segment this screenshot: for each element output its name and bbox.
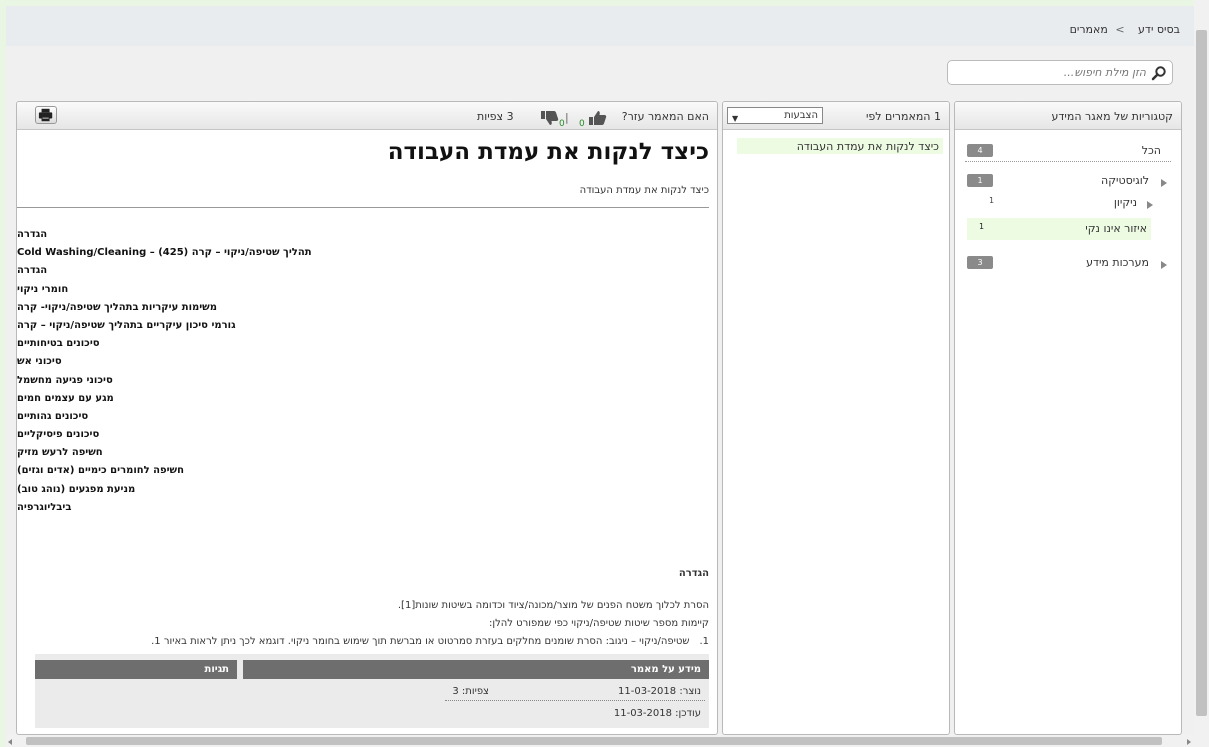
toc-link[interactable]: תהליך שטיפה/ניקוי – קרה (425) – Cold Was… xyxy=(17,247,717,265)
scrollbar-thumb[interactable] xyxy=(1196,30,1207,716)
search-icon[interactable] xyxy=(1151,65,1167,81)
breadcrumb-current: מאמרים xyxy=(1069,23,1108,36)
categories-title: קטגוריות של מאגר המידע xyxy=(1051,110,1173,123)
horizontal-scrollbar[interactable] xyxy=(6,735,1194,747)
divider xyxy=(17,207,709,208)
helpful-question: האם המאמר עזר? xyxy=(621,110,709,123)
likes-count: 0 xyxy=(579,119,585,129)
section-heading: הגדרה xyxy=(678,568,709,579)
toc-link[interactable]: מניעת מפגעים (נוהג טוב) xyxy=(17,484,717,502)
scroll-left-icon[interactable] xyxy=(8,739,12,745)
category-count: 1 xyxy=(989,196,995,205)
dislikes-count: 0 xyxy=(559,119,565,129)
category-label: איזור אינו נקי xyxy=(1085,222,1147,235)
category-info-systems[interactable]: מערכות מידע 3 xyxy=(965,252,1171,274)
toc-link[interactable]: מגע עם עצמים חמים xyxy=(17,393,717,411)
toc-link[interactable]: הגדרה xyxy=(17,265,717,283)
print-button[interactable] xyxy=(35,106,57,124)
article-header: האם המאמר עזר? 0 | 0 3 צפיות xyxy=(17,102,717,130)
category-list: הכל 4 לוגיסטיקה 1 ניקיון 1 איזור אינו נק… xyxy=(955,130,1181,274)
breadcrumb-root[interactable]: בסיס ידע xyxy=(1138,23,1180,36)
created-date: נוצר: 11-03-2018 xyxy=(618,686,701,697)
toc-link[interactable]: סיכוני אש xyxy=(17,356,717,374)
toc-link[interactable]: הגדרה xyxy=(17,229,717,247)
list-item: 1. שטיפה/ניקוי – ניגוב: הסרת שומנים מחלקי… xyxy=(151,636,709,647)
toc-link[interactable]: חשיפה לרעש מזיק xyxy=(17,447,717,465)
list-item-text: שטיפה/ניקוי – ניגוב: הסרת שומנים מחלקים … xyxy=(151,636,690,647)
knowledge-base-app: בסיס ידע > מאמרים קטגוריות של מאגר המידע… xyxy=(6,6,1194,741)
thumbs-up-icon[interactable] xyxy=(587,111,607,125)
article-panel: האם המאמר עזר? 0 | 0 3 צפיות כיצד לנקות … xyxy=(16,101,718,735)
category-count: 1 xyxy=(979,222,985,231)
breadcrumb-separator: > xyxy=(1115,23,1125,36)
category-count-badge: 3 xyxy=(967,256,993,269)
article-list-item[interactable]: כיצד לנקות את עמדת העבודה xyxy=(737,138,943,154)
categories-panel: קטגוריות של מאגר המידע הכל 4 לוגיסטיקה 1… xyxy=(954,101,1182,735)
category-label: לוגיסטיקה xyxy=(1101,174,1149,187)
toc-link[interactable]: סיכונים פיסיקליים xyxy=(17,429,717,447)
categories-header: קטגוריות של מאגר המידע xyxy=(955,102,1181,130)
top-bar: בסיס ידע > מאמרים xyxy=(6,6,1194,46)
scroll-right-icon[interactable] xyxy=(1187,739,1191,745)
vertical-scrollbar[interactable] xyxy=(1194,0,1209,747)
toc-link[interactable]: משימות עיקריות בתהליך שטיפה/ניקוי- קרה xyxy=(17,302,717,320)
toc-link[interactable]: גורמי סיכון עיקריים בתהליך שטיפה/ניקוי –… xyxy=(17,320,717,338)
updated-date: עודכן: 11-03-2018 xyxy=(613,708,701,719)
category-label: הכל xyxy=(1141,144,1161,157)
category-logistics[interactable]: לוגיסטיקה 1 xyxy=(965,170,1171,192)
article-subtitle: כיצד לנקות את עמדת העבודה xyxy=(579,185,709,196)
views-info: צפיות: 3 xyxy=(452,686,489,697)
article-body: כיצד לנקות את עמדת העבודה כיצד לנקות את … xyxy=(17,131,717,734)
toc-link[interactable]: סיכונים גהותיים xyxy=(17,411,717,429)
expand-arrow-icon[interactable] xyxy=(1147,201,1153,209)
tags-header: תגיות xyxy=(35,660,237,679)
sort-select[interactable]: הצבעות ▼ xyxy=(727,107,823,124)
toc-link[interactable]: חשיפה לחומרים כימיים (אדים וגזים) xyxy=(17,465,717,483)
category-all[interactable]: הכל 4 xyxy=(965,140,1171,162)
search-input[interactable] xyxy=(956,64,1146,81)
expand-arrow-icon[interactable] xyxy=(1161,261,1167,269)
category-count-badge: 4 xyxy=(967,144,993,157)
expand-arrow-icon[interactable] xyxy=(1161,179,1167,187)
list-number: 1. xyxy=(699,636,709,647)
category-count-badge: 1 xyxy=(967,174,993,187)
category-label: ניקיון xyxy=(1113,196,1137,209)
table-of-contents: הגדרה תהליך שטיפה/ניקוי – קרה (425) – Co… xyxy=(17,229,717,520)
search-box xyxy=(947,60,1173,85)
breadcrumb: בסיס ידע > מאמרים xyxy=(1066,23,1180,36)
printer-icon xyxy=(38,108,53,122)
paragraph: הסרת לכלוך משטח הפנים של מוצר/מכונה/ציוד… xyxy=(397,600,709,611)
toc-link[interactable]: סיכוני פגיעה מחשמל xyxy=(17,375,717,393)
thumbs-down-icon[interactable] xyxy=(539,111,559,125)
article-title: כיצד לנקות את עמדת העבודה xyxy=(387,139,709,165)
article-list-title: 1 המאמרים לפי xyxy=(865,110,941,123)
views-count: 3 צפיות xyxy=(477,110,514,123)
divider xyxy=(445,700,705,701)
category-cleaning[interactable]: ניקיון 1 xyxy=(965,192,1171,218)
article-info-box: מידע על מאמר תגיות נוצר: 11-03-2018 צפיו… xyxy=(35,654,709,728)
article-list-header: 1 המאמרים לפי הצבעות ▼ xyxy=(723,102,949,130)
category-label: מערכות מידע xyxy=(1086,256,1149,269)
toc-link[interactable]: סיכונים בטיחותיים xyxy=(17,338,717,356)
toc-link[interactable]: ביבליוגרפיה xyxy=(17,502,717,520)
scrollbar-thumb[interactable] xyxy=(26,737,1162,745)
article-list-panel: 1 המאמרים לפי הצבעות ▼ כיצד לנקות את עמד… xyxy=(722,101,950,735)
dropdown-arrow-icon: ▼ xyxy=(732,114,739,123)
article-meta-header: מידע על מאמר xyxy=(243,660,709,679)
sort-select-value: הצבעות xyxy=(784,110,818,121)
vote-divider: | xyxy=(565,111,569,124)
toc-link[interactable]: חומרי ניקוי xyxy=(17,284,717,302)
category-dirty-area[interactable]: איזור אינו נקי 1 xyxy=(967,218,1151,240)
paragraph: קיימות מספר שיטות שטיפה/ניקוי כפי שמפורט… xyxy=(489,618,709,629)
